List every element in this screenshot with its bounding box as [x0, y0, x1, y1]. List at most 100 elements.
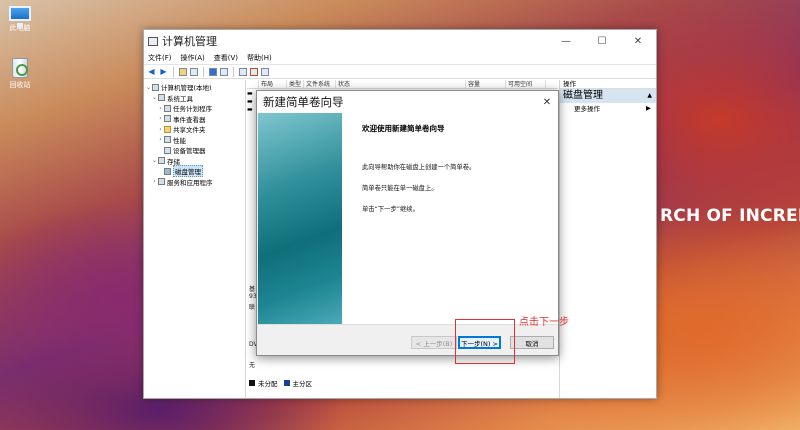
more-actions-label: 更多操作	[574, 105, 600, 113]
shared-folders-icon	[164, 125, 171, 133]
primary-partition-swatch	[283, 380, 290, 386]
annotation-text: 点击下一步	[519, 317, 569, 328]
recycle-bin-icon	[12, 58, 28, 78]
wizard-close-button[interactable]: ✕	[536, 97, 558, 108]
tree-item-label: 服务和应用程序	[167, 178, 213, 187]
window-titlebar[interactable]: 计算机管理 — ☐ ✕	[144, 30, 656, 52]
legend-unallocated: 未分配	[258, 380, 278, 388]
wizard-banner-image	[258, 113, 342, 324]
computer-management-icon	[148, 36, 158, 46]
dvd-status-fragment: 无	[249, 362, 256, 369]
tree-item-task-scheduler[interactable]: › 任务计划程序	[145, 103, 245, 114]
column-header-free-space[interactable]: 可用空间	[506, 80, 546, 88]
cancel-button[interactable]: 取消	[510, 336, 554, 349]
wizard-note: 简单卷只能在单一磁盘上。	[362, 185, 438, 192]
volume-list-header: 布局 类型 文件系统 状态 容量 可用空间	[247, 80, 558, 89]
tree-item-event-viewer[interactable]: › 事件查看器	[145, 114, 245, 125]
wizard-heading: 欢迎使用新建简单卷向导	[362, 124, 445, 133]
tree-item-label: 系统工具	[167, 94, 193, 103]
tree-item-label: 共享文件夹	[173, 126, 206, 135]
submenu-arrow-icon: ▶	[646, 104, 651, 112]
expand-icon[interactable]: ⌄	[145, 84, 152, 91]
desktop-icon-recycle-bin[interactable]: 回收站	[0, 58, 40, 90]
forward-arrow-icon[interactable]: ▶	[159, 67, 168, 76]
storage-icon	[158, 157, 165, 165]
connect-icon[interactable]	[239, 67, 247, 76]
wizard-content: 欢迎使用新建简单卷向导 此向导帮助你在磁盘上创建一个简单卷。 简单卷只能在单一磁…	[342, 113, 558, 324]
chevron-right-icon[interactable]: ›	[151, 178, 158, 185]
expand-icon[interactable]: ⌄	[151, 157, 158, 164]
tree-item-shared-folders[interactable]: › 共享文件夹	[145, 124, 245, 135]
next-button-highlight	[455, 319, 515, 364]
computer-icon	[9, 6, 31, 27]
toolbar-separator	[233, 66, 234, 77]
help-icon[interactable]	[209, 67, 217, 76]
tree-item-label: 性能	[173, 136, 186, 145]
chevron-right-icon[interactable]: ›	[157, 115, 164, 122]
tree-item-label: 计算机管理(本地)	[161, 84, 212, 93]
show-tree-icon[interactable]	[190, 67, 198, 76]
legend-primary-partition: 主分区	[292, 380, 313, 388]
window-title: 计算机管理	[162, 35, 217, 48]
chevron-right-icon[interactable]: ›	[157, 126, 164, 133]
check-icon[interactable]	[250, 67, 258, 76]
task-scheduler-icon	[164, 104, 171, 112]
tree-item-computer-management[interactable]: ⌄ 计算机管理(本地)	[145, 82, 245, 93]
toolbar-separator	[203, 66, 204, 77]
services-apps-icon	[158, 178, 165, 186]
device-manager-icon	[164, 146, 171, 154]
toolbar: ◀ ▶	[144, 65, 656, 79]
tree-item-system-tools[interactable]: ⌄ 系统工具	[145, 93, 245, 104]
chevron-right-icon[interactable]: ›	[157, 105, 164, 112]
menu-bar: 文件(F) 操作(A) 查看(V) 帮助(H)	[144, 52, 656, 65]
navigation-tree: ⌄ 计算机管理(本地) ⌄ 系统工具 › 任务计划程序 › 事件查看器 › 共享…	[145, 80, 246, 398]
tree-item-label: 设备管理器	[173, 147, 206, 156]
event-viewer-icon	[164, 115, 171, 123]
wizard-titlebar[interactable]: 新建简单卷向导 ✕	[257, 91, 558, 113]
column-header-filesystem[interactable]: 文件系统	[304, 80, 336, 88]
collapse-icon[interactable]: ▲	[647, 89, 652, 103]
tree-item-device-manager[interactable]: 设备管理器	[145, 145, 245, 156]
actions-pane: 操作 磁盘管理 ▲ 更多操作 ▶	[559, 80, 656, 398]
menu-file[interactable]: 文件(F)	[148, 53, 172, 63]
tree-item-label: 存储	[167, 157, 180, 166]
new-simple-volume-wizard: 新建简单卷向导 ✕ 欢迎使用新建简单卷向导 此向导帮助你在磁盘上创建一个简单卷。…	[256, 90, 559, 356]
column-header-volume[interactable]	[247, 80, 259, 88]
system-tools-icon	[158, 94, 165, 102]
menu-help[interactable]: 帮助(H)	[247, 53, 272, 63]
desktop-icon-this-pc[interactable]: 此电脑	[0, 6, 40, 33]
tree-item-services-apps[interactable]: › 服务和应用程序	[145, 177, 245, 188]
maximize-button[interactable]: ☐	[584, 30, 620, 52]
menu-action[interactable]: 操作(A)	[181, 53, 205, 63]
more-actions-item[interactable]: 更多操作 ▶	[560, 103, 656, 113]
wizard-description: 此向导帮助你在磁盘上创建一个简单卷。	[362, 164, 476, 171]
disk-legend: 未分配 主分区	[247, 377, 312, 389]
menu-view[interactable]: 查看(V)	[214, 53, 238, 63]
performance-icon	[164, 136, 171, 144]
column-header-capacity[interactable]: 容量	[466, 80, 506, 88]
chevron-right-icon[interactable]: ›	[157, 136, 164, 143]
tree-item-performance[interactable]: › 性能	[145, 135, 245, 146]
column-header-type[interactable]: 类型	[287, 80, 304, 88]
close-button[interactable]: ✕	[620, 30, 656, 52]
wizard-instruction: 单击“下一步”继续。	[362, 206, 419, 213]
column-header-status[interactable]: 状态	[336, 80, 466, 88]
actions-header: 操作	[560, 80, 656, 89]
back-arrow-icon[interactable]: ◀	[147, 67, 156, 76]
back-button[interactable]: < 上一步(B)	[411, 336, 457, 349]
tree-item-label: 磁盘管理	[173, 165, 203, 178]
disk-management-icon	[164, 167, 171, 175]
wizard-title: 新建简单卷向导	[263, 95, 344, 109]
expand-icon[interactable]: ⌄	[151, 94, 158, 101]
tree-item-disk-management[interactable]: 磁盘管理	[145, 165, 245, 178]
up-folder-icon[interactable]	[179, 67, 187, 76]
properties-icon[interactable]	[220, 67, 228, 76]
view-icon[interactable]	[261, 67, 269, 76]
minimize-button[interactable]: —	[548, 30, 584, 52]
tree-item-label: 事件查看器	[173, 115, 206, 124]
toolbar-separator	[173, 66, 174, 77]
actions-section-label: 磁盘管理	[563, 90, 603, 101]
column-header-layout[interactable]: 布局	[259, 80, 287, 88]
actions-section-title[interactable]: 磁盘管理 ▲	[560, 89, 656, 103]
computer-management-icon	[152, 83, 159, 91]
